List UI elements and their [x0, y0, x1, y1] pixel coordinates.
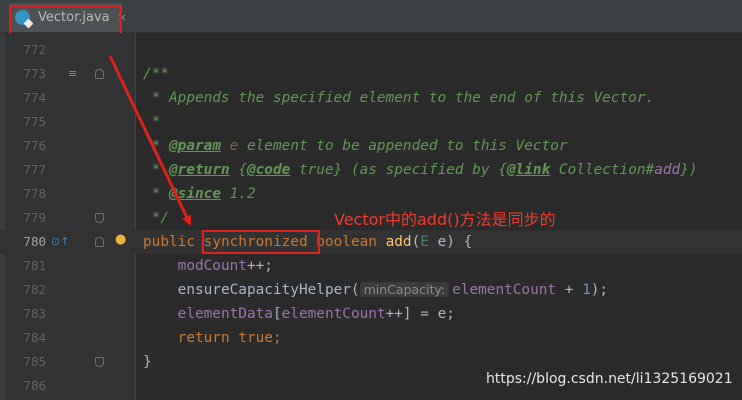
line-number: 783 [23, 306, 46, 321]
line-number: 780 [23, 234, 46, 249]
code-text: /** [143, 66, 169, 82]
fold-marker-icon[interactable] [95, 237, 104, 247]
code-text: } [143, 354, 152, 370]
code-text: * @return {@code true} (as specified by … [143, 162, 698, 178]
code-text: return true; [177, 330, 282, 346]
synchronized-highlight-box [202, 230, 320, 254]
code-text: * Appends the specified element to the e… [143, 90, 655, 106]
line-number: 778 [23, 186, 46, 201]
fold-marker-icon[interactable] [95, 357, 104, 367]
javadoc-render-icon[interactable]: ≡ [68, 68, 82, 80]
line-number: 773 [23, 66, 46, 81]
code-line-781: 781 modCount++; [0, 254, 742, 278]
code-line-784: 784 return true; [0, 326, 742, 350]
line-number: 772 [23, 42, 46, 57]
code-text: */ [143, 210, 169, 226]
javadoc-tag: @param [169, 138, 221, 154]
line-number: 782 [23, 282, 46, 297]
javadoc-tag: @since [169, 186, 221, 202]
code-line-776: 776 * @param e element to be appended to… [0, 134, 742, 158]
parameter-hint: minCapacity: [359, 282, 450, 297]
watermark-text: https://blog.csdn.net/li1325169021 [486, 371, 733, 387]
line-number: 781 [23, 258, 46, 273]
line-number: 786 [23, 378, 46, 393]
javadoc-tag: @return [169, 162, 230, 178]
code-line-782: 782 ensureCapacityHelper(minCapacity: ele… [0, 278, 742, 302]
override-method-icon[interactable]: ⊙↑ [51, 235, 69, 248]
line-number: 776 [23, 138, 46, 153]
code-text: * @param e element to be appended to thi… [143, 138, 568, 154]
lightbulb-icon[interactable]: ● [115, 232, 126, 247]
code-line-778: 778 * @since 1.2 [0, 182, 742, 206]
line-number: 774 [23, 90, 46, 105]
fold-marker-icon[interactable] [95, 69, 104, 79]
line-number: 775 [23, 114, 46, 129]
code-text: ensureCapacityHelper(minCapacity: element… [177, 282, 609, 298]
code-line-780: 780 ⊙↑ ● public synchronized boolean add… [0, 230, 742, 254]
code-text: elementData[elementCount++] = e; [177, 306, 455, 322]
annotation-text: Vector中的add()方法是同步的 [334, 210, 556, 229]
code-text: * [143, 114, 161, 130]
code-line-774: 774 * Appends the specified element to t… [0, 86, 742, 110]
code-line-783: 783 elementData[elementCount++] = e; [0, 302, 742, 326]
code-text: modCount++; [177, 258, 273, 274]
code-text: * @since 1.2 [143, 186, 256, 202]
code-line-775: 775 * [0, 110, 742, 134]
line-number: 779 [23, 210, 46, 225]
code-line-772: 772 [0, 38, 742, 62]
fold-marker-icon[interactable] [95, 213, 104, 223]
code-line-773: 773 ≡ /** [0, 62, 742, 86]
line-number: 784 [23, 330, 46, 345]
line-number: 785 [23, 354, 46, 369]
line-number: 777 [23, 162, 46, 177]
code-line-777: 777 * @return {@code true} (as specified… [0, 158, 742, 182]
